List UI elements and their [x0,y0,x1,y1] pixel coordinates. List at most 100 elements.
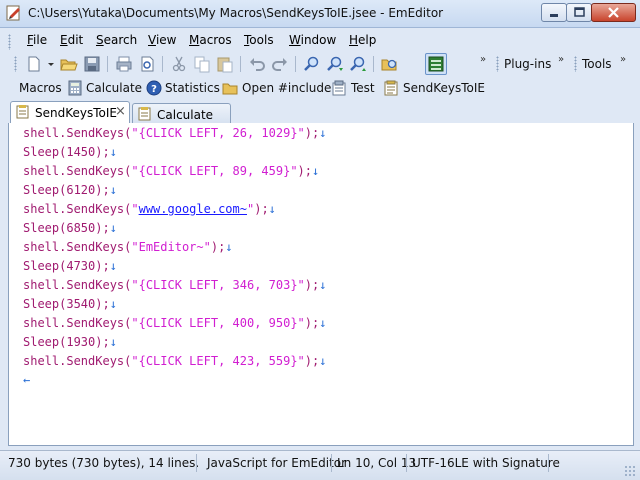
menu-file[interactable]: File [27,33,47,47]
print-preview-button[interactable] [137,54,157,74]
redo-icon [272,58,287,71]
find-in-files-button[interactable] [380,54,400,74]
menu-view[interactable]: View [148,33,176,47]
app-icon[interactable] [6,5,22,21]
close-tab-icon[interactable]: × [115,104,126,119]
folder-open-icon [60,59,78,71]
code-line[interactable]: shell.SendKeys("{CLICK LEFT, 346, 703}")… [23,276,326,295]
status-bar: 730 bytes (730 bytes), 14 lines. JavaScr… [0,450,640,480]
folder-icon [222,80,238,96]
toggle-outline-button[interactable] [425,53,447,75]
plugins-toolbar-label[interactable]: Plug-ins [504,57,551,71]
url-link[interactable]: www.google.com~ [139,202,247,216]
macros-toolbar-label: Macros [19,81,62,95]
scissors-icon [172,56,186,72]
macro-open-include[interactable]: Open #include [222,77,331,99]
tab-sendkeystoie[interactable]: SendKeysToIE × [10,101,130,124]
code-line[interactable]: Sleep(4730);↓ [23,257,117,276]
find-in-files-icon [381,59,397,71]
macro-statistics[interactable]: ? Statistics [146,77,220,99]
find-previous-icon [350,56,366,71]
newline-mark: ↓ [109,183,117,197]
script-icon [383,80,399,96]
menu-help[interactable]: Help [349,33,376,47]
tools-overflow-chevron[interactable]: » [620,54,626,65]
newline-mark: ↓ [312,164,320,178]
code-line[interactable]: shell.SendKeys("EmEditor~");↓ [23,238,233,257]
title-bar[interactable]: C:\Users\Yutaka\Documents\My Macros\Send… [0,0,640,28]
code-line[interactable]: shell.SendKeys("{CLICK LEFT, 89, 459}");… [23,162,319,181]
newline-mark: ↓ [268,202,276,216]
close-button[interactable] [591,3,636,22]
chevron-down-icon [48,63,54,66]
undo-button[interactable] [247,54,267,74]
window-title: C:\Users\Yutaka\Documents\My Macros\Send… [28,6,444,20]
code-line[interactable]: shell.SendKeys("www.google.com~");↓ [23,200,276,219]
cut-button[interactable] [169,54,189,74]
save-icon [84,56,100,72]
text-editor[interactable]: shell.SendKeys("{CLICK LEFT, 26, 1029}")… [8,123,634,446]
menu-edit[interactable]: Edit [60,33,83,47]
menu-tools[interactable]: Tools [244,33,274,47]
print-icon [116,56,132,72]
newline-mark: ↓ [319,354,327,368]
find-next-button[interactable] [325,54,345,74]
newline-mark: ↓ [109,145,117,159]
newline-mark: ↓ [109,259,117,273]
tools-toolbar-label[interactable]: Tools [582,57,612,71]
code-line[interactable]: Sleep(6850);↓ [23,219,117,238]
outline-icon [428,56,444,72]
status-syntax-mode[interactable]: JavaScript for EmEditor [207,456,346,470]
resize-grip[interactable] [624,465,636,477]
standard-toolbar: » Plug-ins » Tools » [14,52,632,76]
code-line[interactable]: Sleep(6120);↓ [23,181,117,200]
test-script-icon [331,80,347,96]
macro-sendkeystoie[interactable]: SendKeysToIE [383,77,485,99]
new-file-button[interactable] [24,54,44,74]
menu-search[interactable]: Search [96,33,137,47]
status-file-size: 730 bytes (730 bytes), 14 lines. [8,456,200,470]
print-preview-icon [141,56,154,72]
save-button[interactable] [82,54,102,74]
undo-icon [250,58,265,71]
macros-toolbar: Macros Calculate ? Statistics Open #incl… [14,77,632,101]
code-line[interactable]: Sleep(1450);↓ [23,143,117,162]
redo-button[interactable] [270,54,290,74]
minimize-button[interactable] [541,3,567,22]
print-button[interactable] [114,54,134,74]
menubar-grip[interactable] [8,34,11,50]
copy-button[interactable] [192,54,212,74]
newline-mark: ↓ [109,221,117,235]
menu-window[interactable]: Window [289,33,336,47]
search-icon [304,56,319,71]
tools-toolbar-grip[interactable] [574,56,577,72]
menu-macros[interactable]: Macros [189,33,232,47]
newline-mark: ↓ [319,316,327,330]
plugins-overflow-chevron[interactable]: » [558,54,564,65]
toolbar-overflow-chevron[interactable]: » [480,54,486,65]
code-line[interactable]: shell.SendKeys("{CLICK LEFT, 400, 950}")… [23,314,326,333]
code-line[interactable]: Sleep(3540);↓ [23,295,117,314]
tab-calculate[interactable]: Calculate [132,103,231,124]
code-line[interactable]: Sleep(1930);↓ [23,333,117,352]
maximize-icon [574,7,585,17]
status-encoding[interactable]: UTF-16LE with Signature [412,456,560,470]
maximize-button[interactable] [566,3,592,22]
newline-mark: ↓ [109,335,117,349]
status-cursor-position: Ln 10, Col 13 [337,456,417,470]
new-dropdown-button[interactable] [46,54,56,74]
paste-button[interactable] [215,54,235,74]
find-button[interactable] [302,54,322,74]
newline-mark: ↓ [319,126,327,140]
plugins-toolbar-grip[interactable] [496,56,499,72]
code-line[interactable]: shell.SendKeys("{CLICK LEFT, 26, 1029}")… [23,124,326,143]
find-previous-button[interactable] [348,54,368,74]
macro-calculate[interactable]: Calculate [67,77,142,99]
script-icon [138,107,152,121]
open-button[interactable] [59,54,79,74]
toolbar-grip[interactable] [14,56,17,72]
code-line[interactable]: shell.SendKeys("{CLICK LEFT, 423, 559}")… [23,352,326,371]
svg-text:?: ? [151,84,157,95]
macro-test[interactable]: Test [331,77,379,99]
eof-mark: ← [23,373,31,387]
